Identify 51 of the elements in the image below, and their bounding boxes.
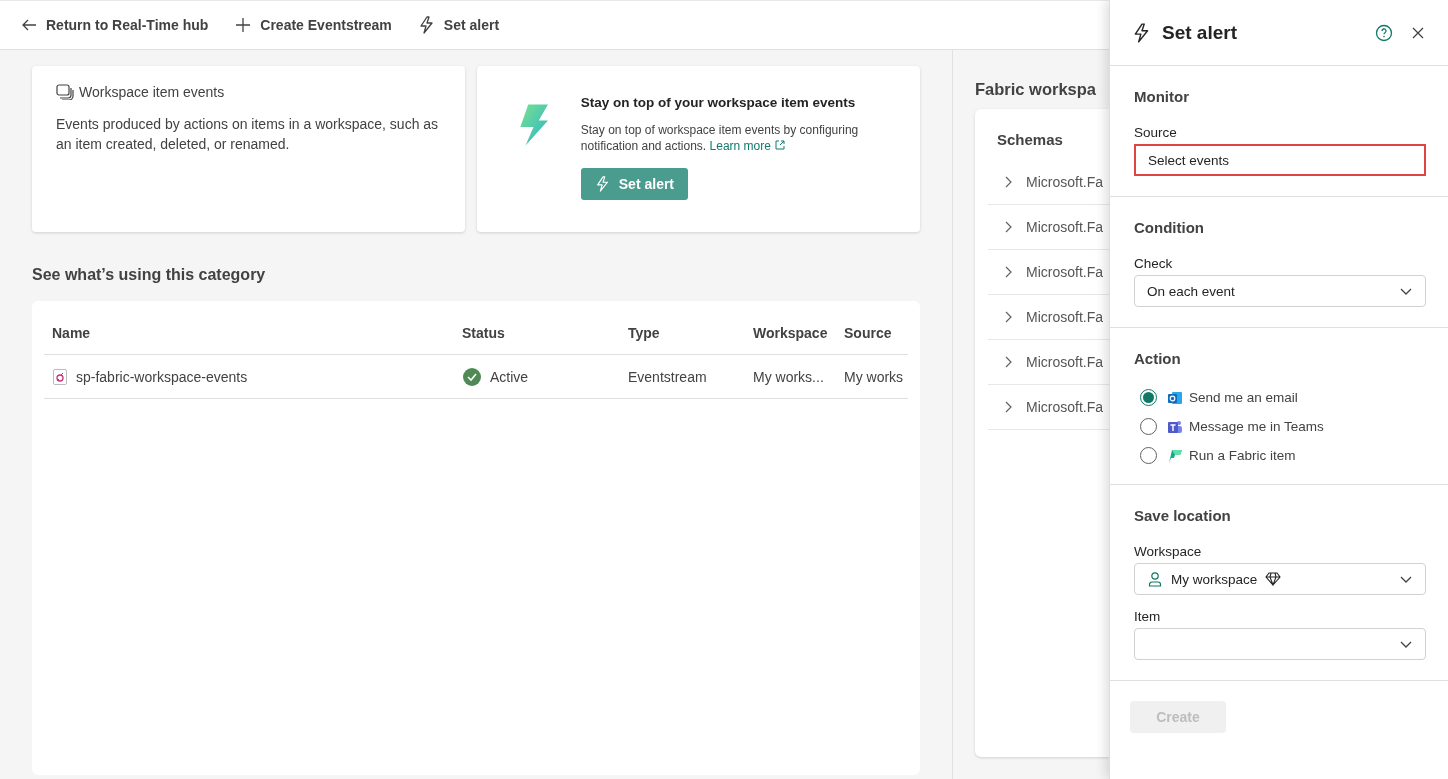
mail-app-icon bbox=[1167, 389, 1183, 406]
section-heading: See what’s using this category bbox=[32, 266, 267, 284]
external-link-icon bbox=[774, 140, 785, 150]
learn-more-link[interactable]: Learn more bbox=[709, 139, 785, 153]
toolbar-button[interactable]: Return to Real-Time hub bbox=[20, 16, 209, 34]
fabric-app-icon bbox=[1167, 447, 1183, 464]
field-label: Workspace bbox=[1134, 544, 1203, 559]
card-title: Schemas bbox=[996, 131, 1064, 148]
dropdown-value: My workspace bbox=[1171, 571, 1258, 587]
promo-description: Stay on top of workspace item events by configuring notification and actions. Learn more bbox=[580, 122, 860, 154]
table-cell-text: Eventstream bbox=[627, 368, 708, 385]
table-cell: sp-fabric-workspace-events bbox=[76, 368, 248, 385]
dropdown[interactable]: On each event bbox=[1134, 275, 1426, 307]
table-cell: Active bbox=[490, 368, 529, 385]
card-description: Events produced by actions on items in a workspace, such as an item created, deleted, or renamed. bbox=[56, 115, 440, 154]
table-cell-text: My works bbox=[843, 368, 905, 385]
source-field[interactable]: Select events bbox=[1134, 144, 1426, 176]
section-heading: Action bbox=[1134, 350, 1182, 367]
plus-icon bbox=[234, 16, 253, 34]
section-heading: Save location bbox=[1134, 507, 1232, 524]
section-heading: Fabric workspa bbox=[975, 80, 1098, 99]
diamond-icon bbox=[1265, 571, 1282, 587]
person-icon bbox=[1147, 571, 1163, 587]
column-header: Name bbox=[51, 324, 92, 341]
toolbar-button[interactable]: Set alert bbox=[417, 16, 500, 34]
dropdown-value: On each event bbox=[1147, 283, 1235, 299]
section-heading: Condition bbox=[1134, 219, 1205, 236]
column-header: Source bbox=[843, 324, 893, 341]
lightning-icon bbox=[594, 176, 611, 192]
radio-option[interactable]: Message me in Teams bbox=[1134, 418, 1324, 435]
field-label: Check bbox=[1134, 256, 1174, 271]
stream-file-icon bbox=[52, 368, 68, 385]
radio-option[interactable]: Send me an email bbox=[1134, 389, 1298, 406]
promo-title: Stay on top of your workspace item events bbox=[580, 95, 857, 110]
table-cell-text: My works... bbox=[752, 368, 825, 385]
column-header: Status bbox=[461, 324, 506, 341]
field-label: Item bbox=[1134, 609, 1162, 624]
field-label: Source bbox=[1134, 125, 1178, 140]
stacked-pages-icon bbox=[56, 84, 74, 100]
section-heading: Monitor bbox=[1134, 88, 1190, 105]
radio-option[interactable]: Run a Fabric item bbox=[1134, 447, 1296, 464]
help-button[interactable] bbox=[1374, 22, 1394, 43]
dropdown[interactable]: My workspace bbox=[1134, 563, 1426, 595]
card-title: Workspace item events bbox=[79, 84, 225, 100]
column-header: Type bbox=[627, 324, 661, 341]
panel-title: Set alert bbox=[1162, 21, 1238, 44]
help-icon bbox=[1374, 22, 1394, 43]
toolbar-button[interactable]: Create Eventstream bbox=[234, 16, 392, 34]
check-circle-icon bbox=[462, 366, 482, 387]
chat-app-icon bbox=[1167, 418, 1183, 435]
column-header: Workspace bbox=[752, 324, 829, 341]
